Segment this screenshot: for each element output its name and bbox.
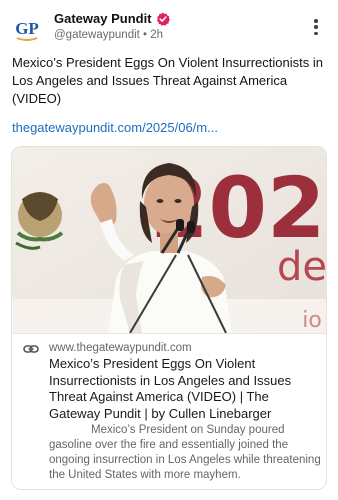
more-dot (314, 19, 318, 23)
author-block: Gateway Pundit @gatewaypundit • 2h (54, 11, 170, 41)
svg-text:io: io (302, 308, 322, 333)
more-dot (314, 31, 318, 35)
post-time[interactable]: 2h (150, 29, 163, 41)
card-description: Mexico’s President on Sunday poured gaso… (49, 424, 321, 481)
post-link[interactable]: thegatewaypundit.com/2025/06/m... (12, 120, 218, 135)
post-header: GP Gateway Pundit @gatewaypundit • 2h (0, 0, 338, 48)
link-preview-card[interactable]: 2025 de io (11, 146, 327, 490)
card-image[interactable]: 2025 de io (12, 147, 327, 334)
link-icon (23, 345, 39, 353)
author-handle[interactable]: @gatewaypundit (54, 29, 140, 41)
card-domain: www.thegatewaypundit.com (49, 342, 192, 354)
author-name[interactable]: Gateway Pundit (54, 11, 152, 26)
author-meta: @gatewaypundit • 2h (54, 29, 170, 41)
more-options-icon[interactable] (306, 15, 326, 39)
verified-badge-icon (156, 12, 170, 26)
backdrop-de-text: de (277, 244, 327, 290)
author-avatar[interactable]: GP (10, 12, 44, 46)
more-dot (314, 25, 318, 29)
post-text: Mexico’s President Eggs On Violent Insur… (12, 55, 323, 106)
logo-lettering: GP (15, 19, 39, 38)
card-meta: www.thegatewaypundit.com Mexico’s Presid… (12, 333, 326, 489)
time-separator: • (143, 29, 148, 41)
card-title[interactable]: Mexico’s President Eggs On Violent Insur… (49, 356, 321, 422)
gateway-pundit-logo: GP (10, 12, 44, 46)
speaker-photo: 2025 de io (12, 147, 327, 334)
